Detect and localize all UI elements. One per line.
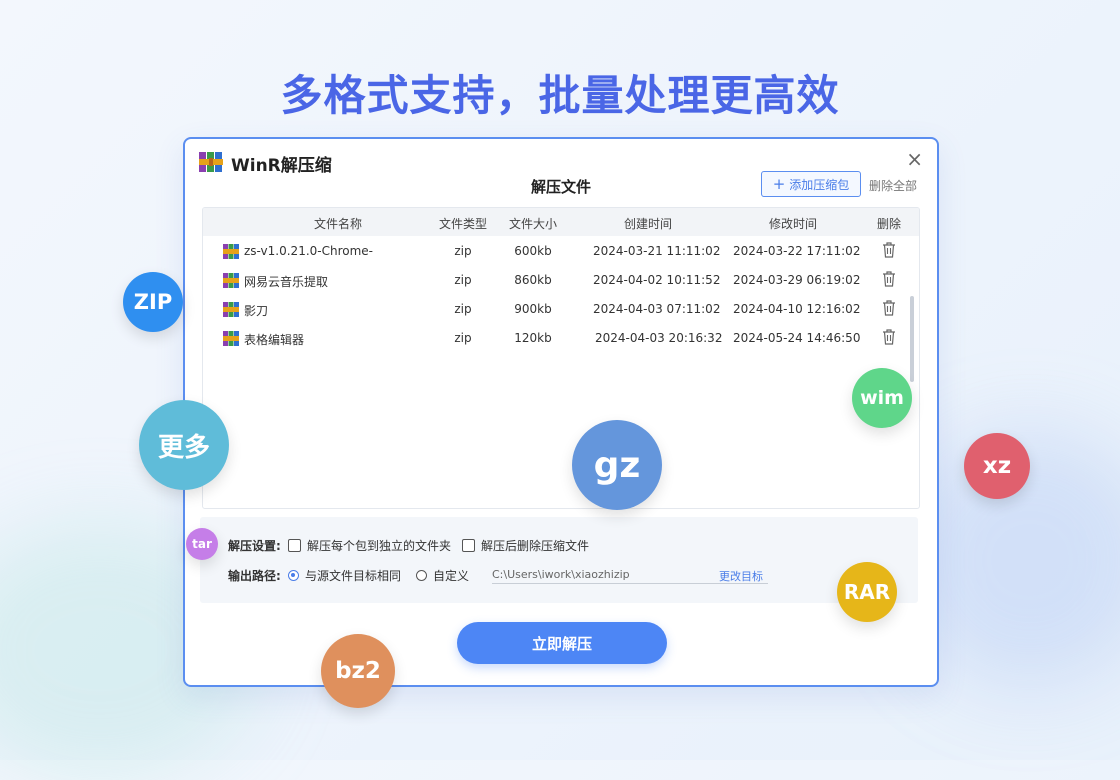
checkbox-box[interactable] xyxy=(288,539,301,552)
file-type: zip xyxy=(454,331,472,345)
col-name: 文件名称 xyxy=(313,217,362,231)
winrar-books-icon xyxy=(199,152,223,172)
trash-icon[interactable] xyxy=(882,300,896,316)
extract-settings-label: 解压设置: xyxy=(228,539,281,553)
file-size: 120kb xyxy=(514,331,552,345)
file-modified: 2024-03-22 17:11:02 xyxy=(733,244,861,258)
same-as-source-radio[interactable]: 与源文件目标相同 xyxy=(288,567,401,584)
rar-format-badge: RAR xyxy=(837,562,897,622)
file-name: zs-v1.0.21.0-Chrome- xyxy=(244,244,374,258)
tar-format-badge: tar xyxy=(186,528,218,560)
col-created: 创建时间 xyxy=(623,217,672,231)
file-type: zip xyxy=(454,302,472,316)
wim-format-badge: wim xyxy=(852,368,912,428)
trash-icon[interactable] xyxy=(882,242,896,258)
file-type: zip xyxy=(454,273,472,287)
gz-format-badge: gz xyxy=(572,420,662,510)
archive-file-icon xyxy=(223,331,239,346)
add-archive-label: 添加压缩包 xyxy=(789,177,850,192)
file-size: 860kb xyxy=(514,273,552,287)
table-header: 文件名称 文件类型 文件大小 创建时间 修改时间 删除 xyxy=(203,208,919,236)
archive-file-icon xyxy=(223,302,239,317)
archive-file-icon xyxy=(223,244,239,259)
checkbox-box[interactable] xyxy=(462,539,475,552)
output-path-label: 输出路径: xyxy=(228,569,281,583)
extract-settings: 解压设置: 解压每个包到独立的文件夹 解压后删除压缩文件 输出路径: 与源文件目… xyxy=(200,517,918,603)
file-created: 2024-04-02 10:11:52 xyxy=(593,273,721,287)
col-size: 文件大小 xyxy=(508,217,557,231)
file-name: 表格编辑器 xyxy=(244,333,305,347)
headline: 多格式支持，批量处理更高效 xyxy=(280,71,840,120)
file-created: 2024-04-03 20:16:32 xyxy=(595,331,723,345)
table-scrollbar[interactable] xyxy=(910,296,914,382)
zip-format-badge: ZIP xyxy=(123,272,183,332)
table-row[interactable]: 影刀 zip 900kb 2024-04-03 07:11:02 2024-04… xyxy=(203,295,919,324)
file-type: zip xyxy=(454,244,472,258)
more-formats-badge: 更多 xyxy=(139,400,229,490)
col-delete: 删除 xyxy=(876,217,901,231)
file-name: 影刀 xyxy=(244,304,269,318)
separate-folder-checkbox[interactable]: 解压每个包到独立的文件夹 xyxy=(288,537,451,554)
custom-path-label: 自定义 xyxy=(433,569,470,583)
trash-icon[interactable] xyxy=(882,271,896,287)
archive-file-icon xyxy=(223,273,239,288)
delete-all-button[interactable]: 删除全部 xyxy=(869,177,917,194)
table-row[interactable]: zs-v1.0.21.0-Chrome- zip 600kb 2024-03-2… xyxy=(203,237,919,266)
radio-unselected[interactable] xyxy=(416,570,427,581)
same-as-source-label: 与源文件目标相同 xyxy=(305,569,402,583)
col-modified: 修改时间 xyxy=(768,217,817,231)
radio-selected[interactable] xyxy=(288,570,299,581)
file-modified: 2024-05-24 14:46:50 xyxy=(733,331,861,345)
delete-after-checkbox[interactable]: 解压后删除压缩文件 xyxy=(462,537,589,554)
bz2-format-badge: bz2 xyxy=(321,634,395,708)
file-created: 2024-04-03 07:11:02 xyxy=(593,302,721,316)
table-row[interactable]: 网易云音乐提取 zip 860kb 2024-04-02 10:11:52 20… xyxy=(203,266,919,295)
extract-now-button[interactable]: 立即解压 xyxy=(457,622,667,664)
custom-path-radio[interactable]: 自定义 xyxy=(416,567,469,584)
plus-icon: + xyxy=(772,175,786,193)
file-created: 2024-03-21 11:11:02 xyxy=(593,244,721,258)
file-name: 网易云音乐提取 xyxy=(244,275,329,289)
table-row[interactable]: 表格编辑器 zip 120kb 2024-04-03 20:16:32 2024… xyxy=(203,324,919,353)
file-modified: 2024-04-10 12:16:02 xyxy=(733,302,861,316)
file-modified: 2024-03-29 06:19:02 xyxy=(733,273,861,287)
file-size: 900kb xyxy=(514,302,552,316)
delete-after-label: 解压后删除压缩文件 xyxy=(481,539,590,553)
add-archive-button[interactable]: + 添加压缩包 xyxy=(761,171,861,197)
app-window: WinR解压缩 × 解压文件 + 添加压缩包 删除全部 文件名称 文件类型 文件… xyxy=(183,137,939,687)
separate-folder-label: 解压每个包到独立的文件夹 xyxy=(307,539,452,553)
change-target-link[interactable]: 更改目标 xyxy=(719,568,763,584)
close-icon[interactable]: × xyxy=(906,149,923,169)
trash-icon[interactable] xyxy=(882,329,896,345)
app-title: WinR解压缩 xyxy=(231,156,332,176)
col-type: 文件类型 xyxy=(438,217,487,231)
file-size: 600kb xyxy=(514,244,552,258)
file-table: 文件名称 文件类型 文件大小 创建时间 修改时间 删除 zs-v1.0.21.0… xyxy=(202,207,920,509)
xz-format-badge: xz xyxy=(964,433,1030,499)
